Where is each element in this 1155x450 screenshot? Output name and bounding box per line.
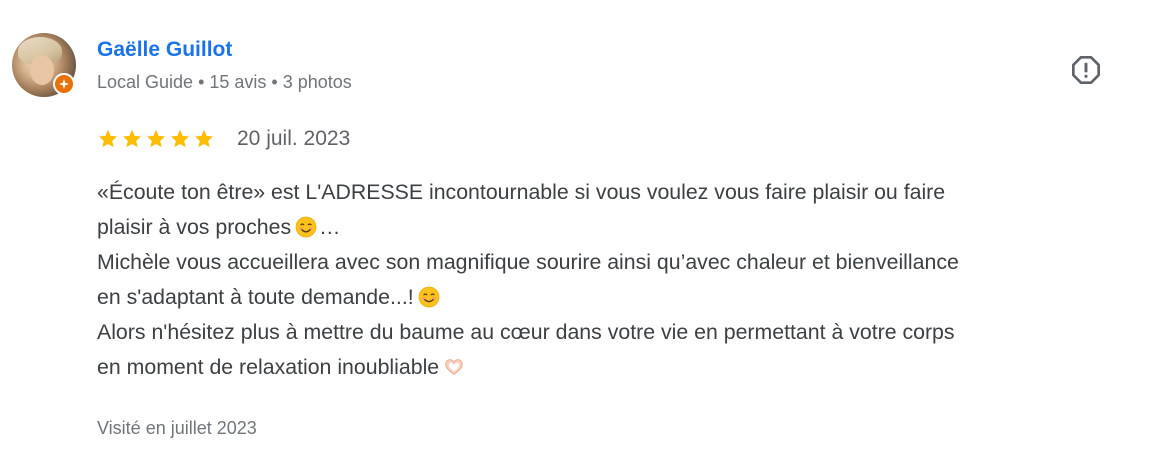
review-line-1: «Écoute ton être» est L'ADRESSE incontou… xyxy=(97,175,1137,210)
review-text-segment: Alors n'hésitez plus à mettre du baume a… xyxy=(97,320,955,344)
review-text-segment: en moment de relaxation inoubliable xyxy=(97,355,440,379)
reviewer-meta[interactable]: Local Guide • 15 avis • 3 photos xyxy=(97,72,352,93)
review-text-segment: plaisir à vos proches xyxy=(97,215,292,239)
review-text-segment: «Écoute ton être» est L'ADRESSE incontou… xyxy=(97,180,946,204)
avatar-face xyxy=(30,55,54,85)
review-line-2: plaisir à vos proches … xyxy=(97,210,1137,245)
review-line-3: Michèle vous accueillera avec son magnif… xyxy=(97,245,1137,280)
ellipsis-text: … xyxy=(319,215,341,239)
star-rating xyxy=(97,128,217,150)
star-icon xyxy=(99,130,117,148)
review-text: «Écoute ton être» est L'ADRESSE incontou… xyxy=(97,175,1137,385)
star-icon xyxy=(195,130,213,148)
review-line-4: en s'adaptant à toute demande...! xyxy=(97,280,1137,315)
report-review-button[interactable] xyxy=(1066,50,1106,90)
review-text-segment: Michèle vous accueillera avec son magnif… xyxy=(97,250,959,274)
star-icon xyxy=(171,130,189,148)
star-icon xyxy=(123,130,141,148)
review-date: 20 juil. 2023 xyxy=(237,127,351,150)
report-flag-icon xyxy=(1072,56,1100,84)
review-line-6: en moment de relaxation inoubliable xyxy=(97,350,1137,385)
visit-date-info: Visité en juillet 2023 xyxy=(97,418,257,438)
review-card: Gaëlle Guillot Local Guide • 15 avis • 3… xyxy=(0,0,1155,450)
rating-row: 20 juil. 2023 xyxy=(97,124,350,154)
review-line-5: Alors n'hésitez plus à mettre du baume a… xyxy=(97,315,1137,350)
review-text-segment: en s'adaptant à toute demande...! xyxy=(97,285,414,309)
reviewer-avatar[interactable] xyxy=(12,33,76,97)
heart-hands-emoji-icon xyxy=(445,359,463,375)
smiling-face-emoji-icon xyxy=(418,286,440,308)
reviewer-name-link[interactable]: Gaëlle Guillot xyxy=(97,38,232,62)
local-guide-badge-icon xyxy=(53,73,75,95)
smiling-face-emoji-icon xyxy=(295,216,317,238)
star-icon xyxy=(147,130,165,148)
local-guide-star-icon xyxy=(59,79,69,89)
